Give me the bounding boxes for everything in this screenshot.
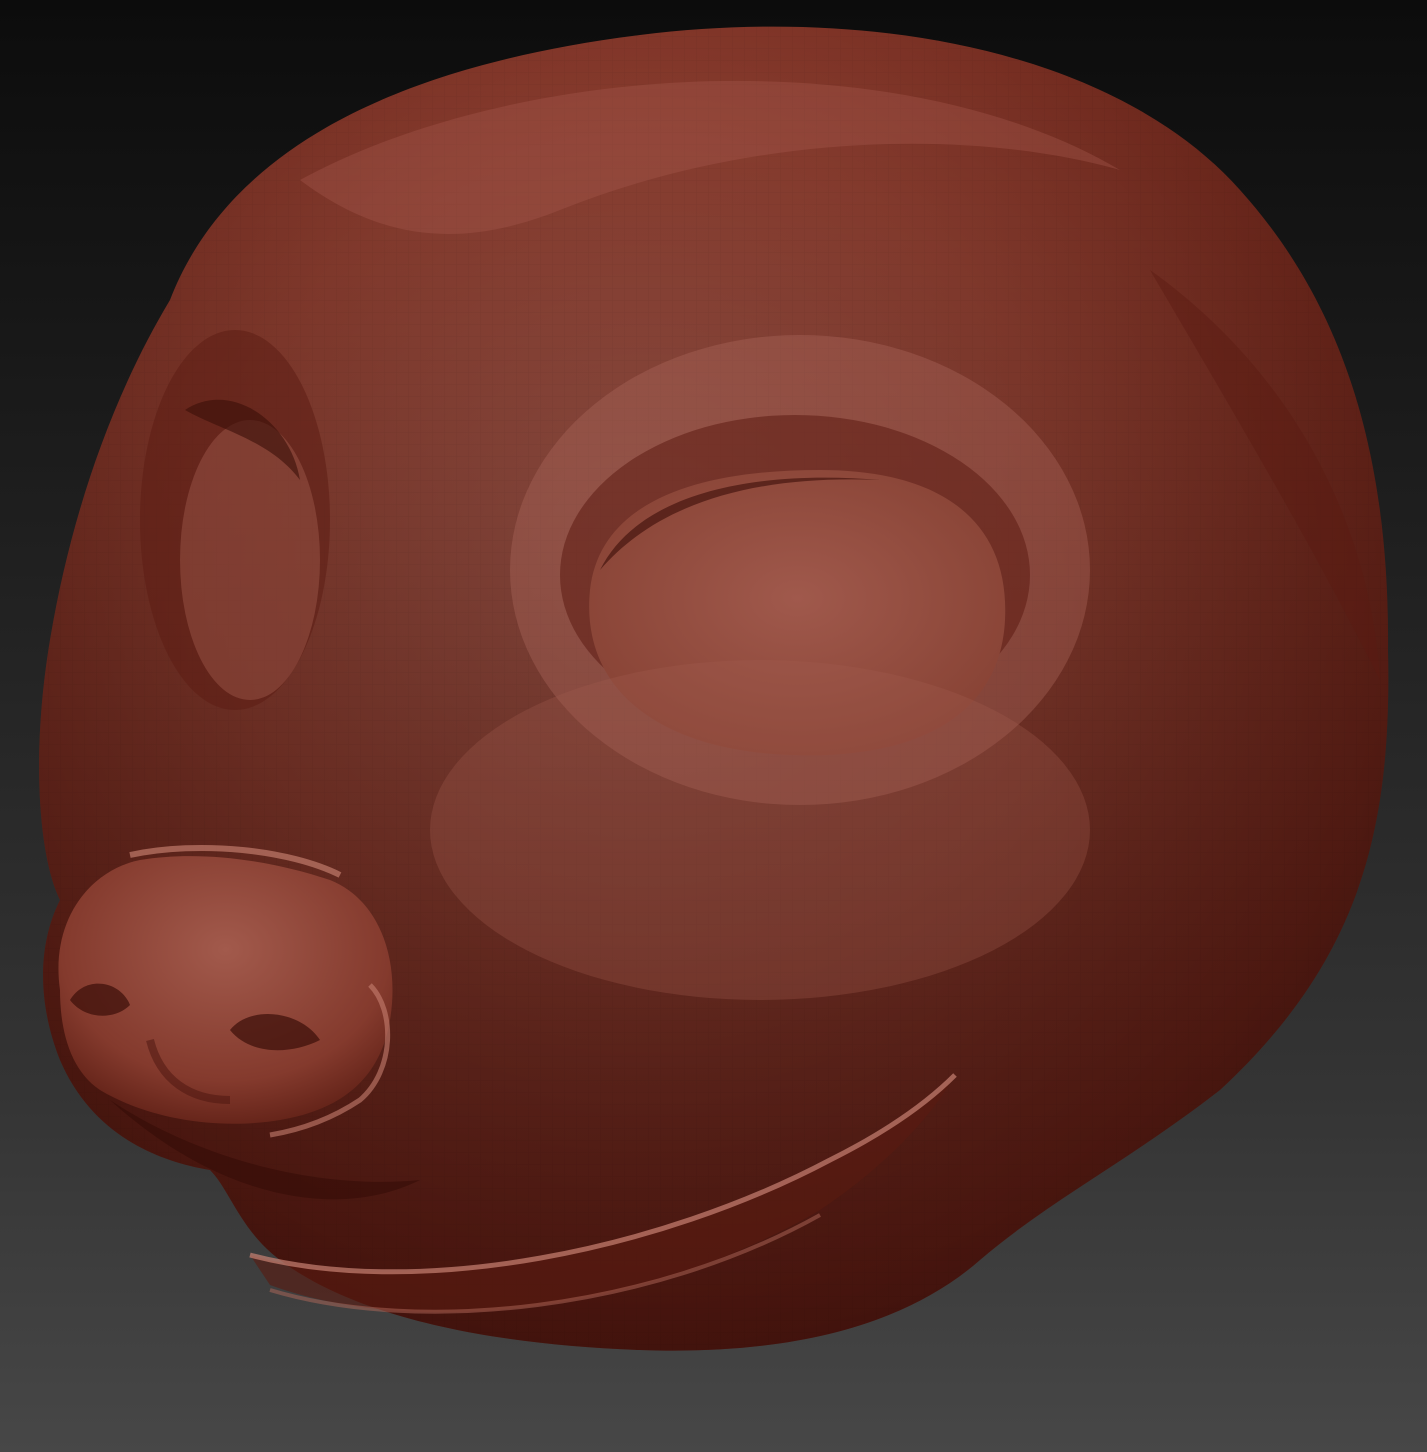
viewport[interactable] [0, 0, 1427, 1452]
sculpt-render [39, 26, 1389, 1351]
nose [58, 844, 393, 1124]
left-eye-socket [140, 330, 330, 710]
cheek-highlight [430, 660, 1090, 1000]
